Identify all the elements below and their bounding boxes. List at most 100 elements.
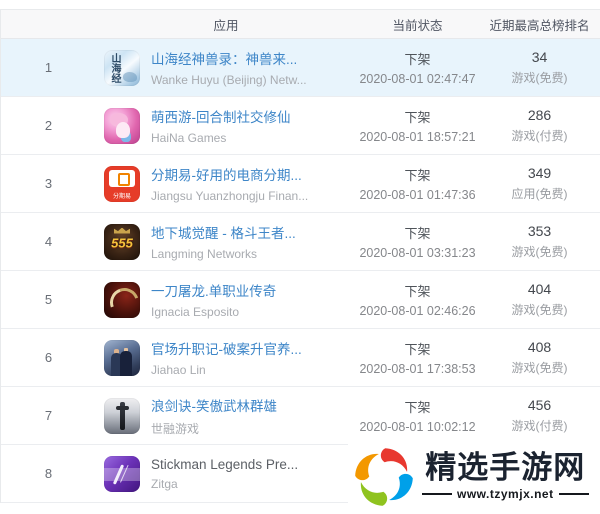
status-cell: 下架 2020-08-01 18:57:21 (356, 107, 479, 144)
app-cell: 一刀屠龙.单职业传奇 Ignacia Esposito (96, 280, 356, 319)
pinwheel-logo-icon (355, 447, 413, 506)
top-rank-cell: 408 游戏(免费) (479, 339, 600, 376)
app-ranking-table: 应用 当前状态 近期最高总榜排名 1 山海经 山海经神兽录：神兽来... Wan… (0, 9, 600, 503)
row-rank-number: 7 (44, 408, 53, 423)
status-cell: 下架 2020-08-01 02:46:26 (356, 281, 479, 318)
top-rank-category: 游戏(免费) (511, 71, 568, 85)
top-rank-number: 408 (527, 339, 552, 355)
row-rank-number: 6 (44, 350, 53, 365)
app-meta: 萌西游-回合制社交修仙 HaiNa Games (151, 106, 291, 145)
status-date: 2020-08-01 02:46:26 (359, 304, 476, 318)
table-row[interactable]: 7 浪剑诀-笑傲武林群雄 世融游戏 下架 2020-08-01 10:02:12… (1, 387, 600, 445)
column-header-app: 应用 (213, 18, 239, 33)
app-name-link[interactable]: 分期易-好用的电商分期... (151, 164, 308, 184)
status-label: 下架 (404, 52, 431, 67)
app-icon-text: 山海经 (109, 52, 120, 83)
app-meta: Stickman Legends Pre... Zitga (151, 457, 298, 491)
app-name-link[interactable]: Stickman Legends Pre... (151, 457, 298, 472)
app-cell: 官场升职记-破案升官养... Jiahao Lin (96, 338, 356, 377)
status-date: 2020-08-01 18:57:21 (359, 130, 476, 144)
developer-name: 世融游戏 (151, 421, 200, 436)
app-name-link[interactable]: 地下城觉醒 - 格斗王者... (151, 222, 296, 242)
row-rank-number: 3 (44, 176, 53, 191)
status-cell: 下架 2020-08-01 02:47:47 (356, 49, 479, 86)
app-name-link[interactable]: 一刀屠龙.单职业传奇 (151, 280, 276, 300)
top-rank-number: 353 (527, 223, 552, 239)
watermark: 精选手游网 www.tzymjx.net (348, 439, 600, 514)
top-rank-number: 286 (527, 107, 552, 123)
app-name-link[interactable]: 山海经神兽录：神兽来... (151, 48, 307, 68)
status-date: 2020-08-01 02:47:47 (359, 72, 476, 86)
top-rank-category: 游戏(付费) (511, 419, 568, 433)
top-rank-category: 游戏(免费) (511, 361, 568, 375)
top-rank-cell: 349 应用(免费) (479, 165, 600, 202)
guanchang-app-icon (104, 339, 140, 376)
column-header-top-rank: 近期最高总榜排名 (489, 18, 590, 33)
langjianjue-app-icon (104, 397, 140, 434)
shanhaijing-app-icon: 山海经 (104, 49, 140, 86)
dixiacheng-app-icon: 555 (104, 223, 140, 260)
table-row[interactable]: 4 555 地下城觉醒 - 格斗王者... Langming Networks … (1, 213, 600, 271)
row-rank-number: 4 (44, 234, 53, 249)
top-rank-cell: 353 游戏(免费) (479, 223, 600, 260)
watermark-text: 精选手游网 www.tzymjx.net (417, 451, 594, 501)
fenqiyi-app-icon: 分期易 (104, 165, 140, 202)
status-label: 下架 (404, 284, 431, 299)
column-header-status: 当前状态 (392, 18, 443, 33)
table-row[interactable]: 1 山海经 山海经神兽录：神兽来... Wanke Huyu (Beijing)… (1, 39, 600, 97)
status-label: 下架 (404, 168, 431, 183)
row-rank-number: 5 (44, 292, 53, 307)
developer-name: Langming Networks (151, 247, 258, 261)
app-cell: 萌西游-回合制社交修仙 HaiNa Games (96, 106, 356, 145)
top-rank-cell: 456 游戏(付费) (479, 397, 600, 434)
status-label: 下架 (404, 226, 431, 241)
developer-name: Wanke Huyu (Beijing) Netw... (151, 73, 307, 87)
table-row[interactable]: 3 分期易 分期易-好用的电商分期... Jiangsu Yuanzhongju… (1, 155, 600, 213)
watermark-url: www.tzymjx.net (457, 487, 554, 502)
dash-line (558, 493, 589, 496)
yidaotulong-app-icon (104, 281, 140, 318)
developer-name: Ignacia Esposito (151, 305, 240, 319)
status-date: 2020-08-01 01:47:36 (359, 188, 476, 202)
developer-name: Zitga (151, 476, 178, 491)
table-row[interactable]: 5 一刀屠龙.单职业传奇 Ignacia Esposito 下架 2020-08… (1, 271, 600, 329)
app-meta: 山海经神兽录：神兽来... Wanke Huyu (Beijing) Netw.… (151, 48, 307, 87)
status-date: 2020-08-01 17:38:53 (359, 362, 476, 376)
row-rank-number: 8 (44, 466, 53, 481)
top-rank-number: 404 (527, 281, 552, 297)
watermark-url-row: www.tzymjx.net (417, 487, 594, 501)
app-store-ranking-screen: 应用 当前状态 近期最高总榜排名 1 山海经 山海经神兽录：神兽来... Wan… (0, 0, 600, 514)
table-body: 1 山海经 山海经神兽录：神兽来... Wanke Huyu (Beijing)… (1, 39, 600, 503)
app-meta: 官场升职记-破案升官养... Jiahao Lin (151, 338, 302, 377)
table-row[interactable]: 6 官场升职记-破案升官养... Jiahao Lin 下架 2020-08-0… (1, 329, 600, 387)
app-meta: 地下城觉醒 - 格斗王者... Langming Networks (151, 222, 296, 261)
app-name-link[interactable]: 萌西游-回合制社交修仙 (151, 106, 291, 126)
table-row[interactable]: 2 萌西游-回合制社交修仙 HaiNa Games 下架 2020-08-01 … (1, 97, 600, 155)
top-rank-cell: 404 游戏(免费) (479, 281, 600, 318)
app-name-link[interactable]: 官场升职记-破案升官养... (151, 338, 302, 358)
app-cell: Stickman Legends Pre... Zitga (96, 455, 356, 492)
top-rank-category: 游戏(付费) (511, 129, 568, 143)
dash-line (422, 493, 452, 496)
status-label: 下架 (404, 110, 431, 125)
status-date: 2020-08-01 03:31:23 (359, 246, 476, 260)
status-cell: 下架 2020-08-01 17:38:53 (356, 339, 479, 376)
stickman-app-icon (104, 455, 140, 492)
status-cell: 下架 2020-08-01 01:47:36 (356, 165, 479, 202)
app-cell: 山海经 山海经神兽录：神兽来... Wanke Huyu (Beijing) N… (96, 48, 356, 87)
status-cell: 下架 2020-08-01 10:02:12 (356, 397, 479, 434)
status-label: 下架 (404, 400, 431, 415)
app-cell: 555 地下城觉醒 - 格斗王者... Langming Networks (96, 222, 356, 261)
app-meta: 浪剑诀-笑傲武林群雄 世融游戏 (151, 395, 277, 437)
app-meta: 分期易-好用的电商分期... Jiangsu Yuanzhongju Finan… (151, 164, 308, 203)
top-rank-category: 游戏(免费) (511, 245, 568, 259)
app-name-link[interactable]: 浪剑诀-笑傲武林群雄 (151, 395, 277, 415)
status-date: 2020-08-01 10:02:12 (359, 420, 476, 434)
top-rank-cell: 286 游戏(付费) (479, 107, 600, 144)
top-rank-category: 游戏(免费) (511, 303, 568, 317)
app-cell: 浪剑诀-笑傲武林群雄 世融游戏 (96, 395, 356, 437)
row-rank-number: 2 (44, 118, 53, 133)
app-meta: 一刀屠龙.单职业传奇 Ignacia Esposito (151, 280, 276, 319)
top-rank-category: 应用(免费) (511, 187, 568, 201)
developer-name: Jiangsu Yuanzhongju Finan... (151, 189, 309, 203)
